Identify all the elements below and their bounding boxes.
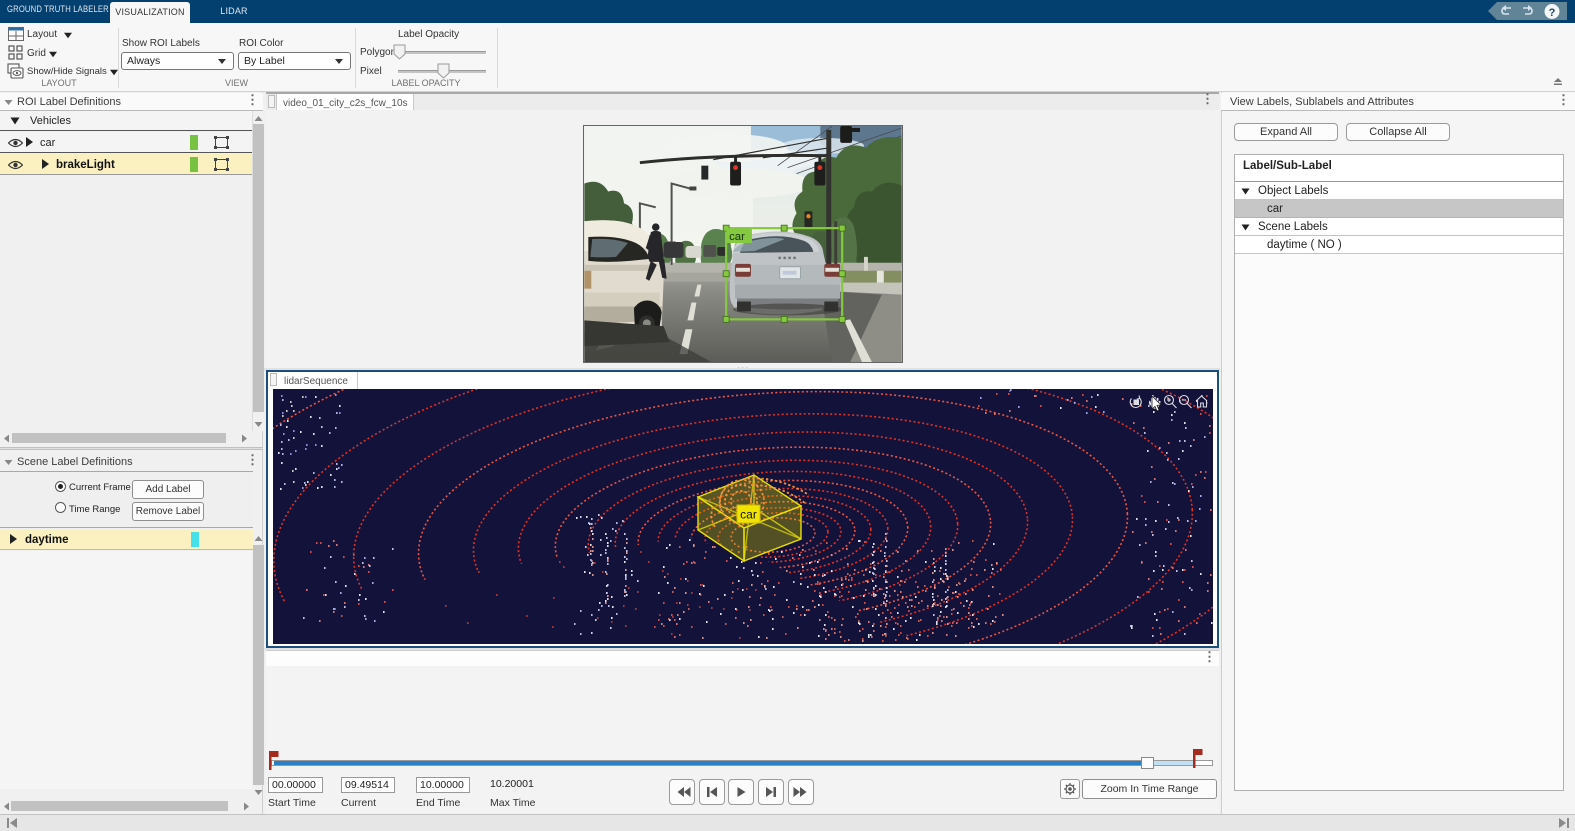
svg-text:car: car (729, 231, 745, 243)
svg-text:?: ? (1549, 7, 1556, 19)
svg-text:car: car (740, 508, 757, 522)
